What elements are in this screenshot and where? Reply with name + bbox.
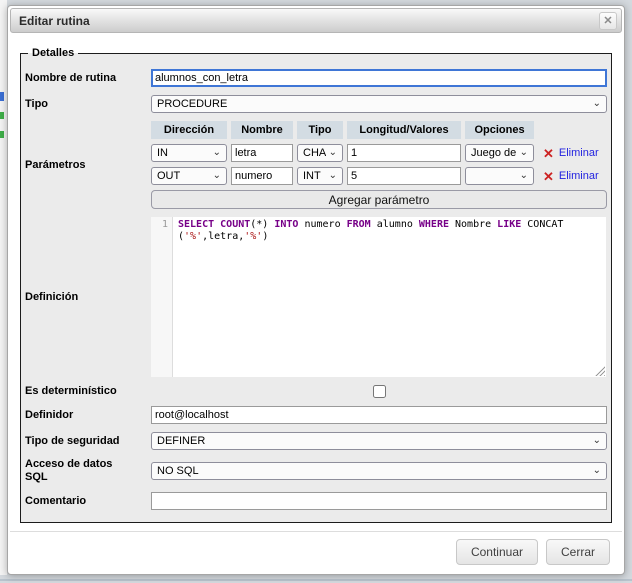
column-name: Nombre <box>231 121 293 139</box>
routine-name-label: Nombre de rutina <box>25 72 151 85</box>
line-number: 1 <box>162 219 168 230</box>
security-type-select[interactable]: DEFINER ⌄ <box>151 432 607 450</box>
chevron-down-icon: ⌄ <box>517 148 528 158</box>
chevron-down-icon: ⌄ <box>590 99 601 109</box>
edit-routine-dialog: Editar rutina ✕ Detalles Nombre de rutin… <box>7 5 625 575</box>
dialog-title: Editar rutina <box>19 14 90 28</box>
param2-remove-link[interactable]: Eliminar <box>559 170 599 182</box>
parameter-row-1: IN ⌄ CHAI ⌄ Juego de <box>151 144 607 162</box>
param1-remove-link[interactable]: Eliminar <box>559 147 599 159</box>
parameters-label: Parámetros <box>25 159 151 172</box>
param2-name-input[interactable] <box>231 167 293 185</box>
param2-type-value: INT <box>303 170 321 182</box>
routine-type-value: PROCEDURE <box>157 98 227 110</box>
definer-row: Definidor <box>25 406 607 424</box>
chevron-down-icon: ⌄ <box>517 171 528 181</box>
security-type-value: DEFINER <box>157 435 205 447</box>
page-background: Editar rutina ✕ Detalles Nombre de rutin… <box>0 0 632 583</box>
column-length: Longitud/Valores <box>347 121 461 139</box>
definer-input[interactable] <box>151 406 607 424</box>
parameters-header: Dirección Nombre Tipo Longitud/Valores O… <box>151 121 607 139</box>
routine-name-input[interactable] <box>151 69 607 87</box>
column-type: Tipo <box>297 121 343 139</box>
routine-type-label: Tipo <box>25 98 151 111</box>
security-type-label: Tipo de seguridad <box>25 435 151 448</box>
comment-row: Comentario <box>25 492 607 510</box>
chevron-down-icon: ⌄ <box>326 148 337 158</box>
dialog-titlebar[interactable]: Editar rutina ✕ <box>10 8 622 33</box>
chevron-down-icon: ⌄ <box>210 148 221 158</box>
param1-length-input[interactable] <box>347 144 461 162</box>
parameters-row: Parámetros Dirección Nombre Tipo Longitu… <box>25 121 607 209</box>
details-legend: Detalles <box>28 47 78 59</box>
dialog-content: Detalles Nombre de rutina Tipo PROCEDURE… <box>10 33 622 523</box>
close-button[interactable]: ✕ <box>599 12 617 30</box>
routine-type-select[interactable]: PROCEDURE ⌄ <box>151 95 607 113</box>
chevron-down-icon: ⌄ <box>590 466 601 476</box>
param1-options-value: Juego de <box>471 147 516 159</box>
continue-button[interactable]: Continuar <box>456 539 538 565</box>
background-divider <box>0 579 632 581</box>
param1-type-select[interactable]: CHAI ⌄ <box>297 144 343 162</box>
deterministic-checkbox[interactable] <box>373 385 386 398</box>
chevron-down-icon: ⌄ <box>590 436 601 446</box>
chevron-down-icon: ⌄ <box>326 171 337 181</box>
param2-length-input[interactable] <box>347 167 461 185</box>
param1-name-input[interactable] <box>231 144 293 162</box>
routine-type-row: Tipo PROCEDURE ⌄ <box>25 95 607 113</box>
security-type-row: Tipo de seguridad DEFINER ⌄ <box>25 432 607 450</box>
deterministic-row: Es determinístico <box>25 385 607 398</box>
column-direction: Dirección <box>151 121 227 139</box>
column-options: Opciones <box>465 121 534 139</box>
parameter-row-2: OUT ⌄ INT ⌄ <box>151 167 607 185</box>
sql-data-access-select[interactable]: NO SQL ⌄ <box>151 462 607 480</box>
sql-data-access-value: NO SQL <box>157 465 199 477</box>
routine-name-row: Nombre de rutina <box>25 69 607 87</box>
background-page-sliver <box>0 0 7 575</box>
param2-type-select[interactable]: INT ⌄ <box>297 167 343 185</box>
param1-direction-value: IN <box>157 147 168 159</box>
param2-options-select[interactable]: ⌄ <box>465 167 534 185</box>
sql-data-access-label: Acceso de datos SQL <box>25 458 151 484</box>
param2-direction-select[interactable]: OUT ⌄ <box>151 167 227 185</box>
editor-gutter: 1 <box>151 217 173 377</box>
dialog-button-pane: Continuar Cerrar <box>10 531 622 572</box>
close-icon: ✕ <box>603 16 612 27</box>
chevron-down-icon: ⌄ <box>210 171 221 181</box>
add-parameter-button[interactable]: Agregar parámetro <box>151 190 607 209</box>
delete-icon: ✕ <box>543 147 554 160</box>
param1-options-select[interactable]: Juego de ⌄ <box>465 144 534 162</box>
param1-direction-select[interactable]: IN ⌄ <box>151 144 227 162</box>
sql-code-editor[interactable]: 1 SELECT COUNT(*) INTO numero FROM alumn… <box>151 217 606 377</box>
param2-direction-value: OUT <box>157 170 180 182</box>
param1-type-value: CHAI <box>303 147 326 159</box>
comment-input[interactable] <box>151 492 607 510</box>
definition-label: Definición <box>25 291 151 304</box>
definer-label: Definidor <box>25 409 151 422</box>
code-lines[interactable]: SELECT COUNT(*) INTO numero FROM alumno … <box>173 217 606 377</box>
deterministic-label: Es determinístico <box>25 385 151 398</box>
sql-data-access-row: Acceso de datos SQL NO SQL ⌄ <box>25 458 607 484</box>
delete-icon: ✕ <box>543 170 554 183</box>
close-dialog-button[interactable]: Cerrar <box>546 539 610 565</box>
details-fieldset: Detalles Nombre de rutina Tipo PROCEDURE… <box>20 47 612 523</box>
definition-row: Definición 1 SELECT COUNT(*) INTO numero… <box>25 217 607 377</box>
comment-label: Comentario <box>25 495 151 508</box>
